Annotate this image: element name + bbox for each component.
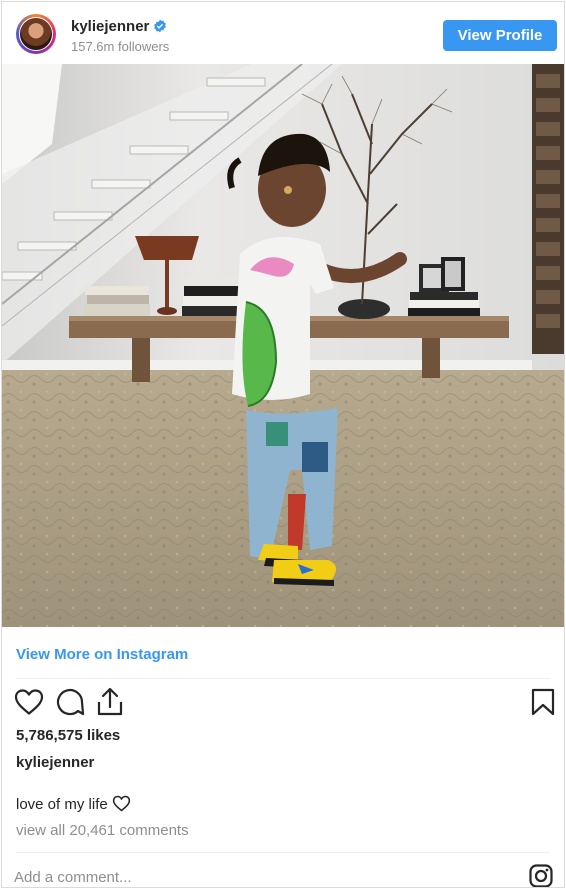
heart-icon[interactable] — [14, 688, 44, 716]
avatar-image — [19, 17, 53, 51]
share-icon[interactable] — [96, 687, 124, 717]
follower-count: 157.6m followers — [71, 39, 170, 54]
username[interactable]: kyliejenner — [71, 18, 149, 35]
post-owner-username[interactable]: kyliejenner — [16, 754, 94, 771]
view-profile-button[interactable]: View Profile — [443, 20, 557, 51]
divider — [16, 852, 550, 853]
bookmark-icon[interactable] — [531, 688, 555, 716]
post-photo-image — [2, 64, 564, 627]
verified-badge-icon — [154, 19, 167, 33]
like-count[interactable]: 5,786,575 likes — [16, 727, 120, 744]
heart-outline-icon — [112, 795, 130, 812]
add-comment-input[interactable] — [14, 864, 494, 887]
username-row[interactable]: kyliejenner — [71, 18, 167, 35]
view-more-on-instagram-link[interactable]: View More on Instagram — [16, 646, 188, 663]
instagram-embed-card: kyliejenner 157.6m followers View Profil… — [1, 1, 565, 888]
comment-icon[interactable] — [55, 688, 85, 716]
divider — [16, 678, 550, 679]
avatar[interactable] — [16, 14, 56, 54]
view-all-comments-link[interactable]: view all 20,461 comments — [16, 822, 189, 839]
post-header: kyliejenner 157.6m followers View Profil… — [2, 2, 564, 64]
caption-text: love of my life — [16, 796, 108, 813]
post-photo[interactable] — [2, 64, 564, 627]
caption: love of my life — [16, 795, 131, 813]
instagram-icon[interactable] — [529, 864, 553, 888]
